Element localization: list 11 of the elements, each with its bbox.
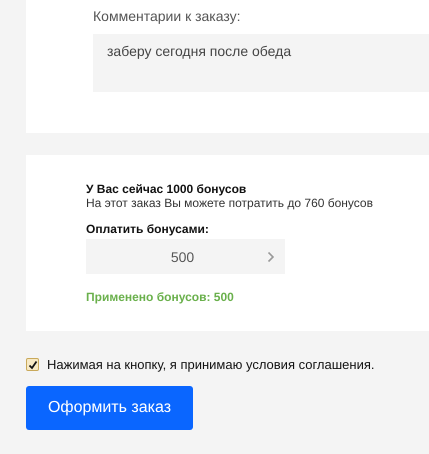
chevron-right-icon[interactable] — [267, 251, 275, 263]
applied-bonus-text: Применено бонусов: 500 — [86, 290, 235, 304]
comment-field[interactable]: заберу сегодня после обеда — [93, 34, 429, 92]
agreement-checkbox[interactable] — [26, 358, 39, 371]
comment-label: Комментарии к заказу: — [93, 8, 242, 24]
pay-bonus-label: Оплатить бонусами: — [86, 222, 210, 236]
bonus-limit: На этот заказ Вы можете потратить до 760 бонусов — [86, 196, 374, 210]
bonus-balance: У Вас сейчас 1000 бонусов — [86, 182, 248, 196]
agreement-text: Нажимая на кнопку, я принимаю условия соглашения. — [47, 357, 374, 372]
bonus-input-field[interactable]: 500 — [86, 239, 285, 274]
submit-order-button[interactable]: Оформить заказ — [26, 386, 193, 430]
